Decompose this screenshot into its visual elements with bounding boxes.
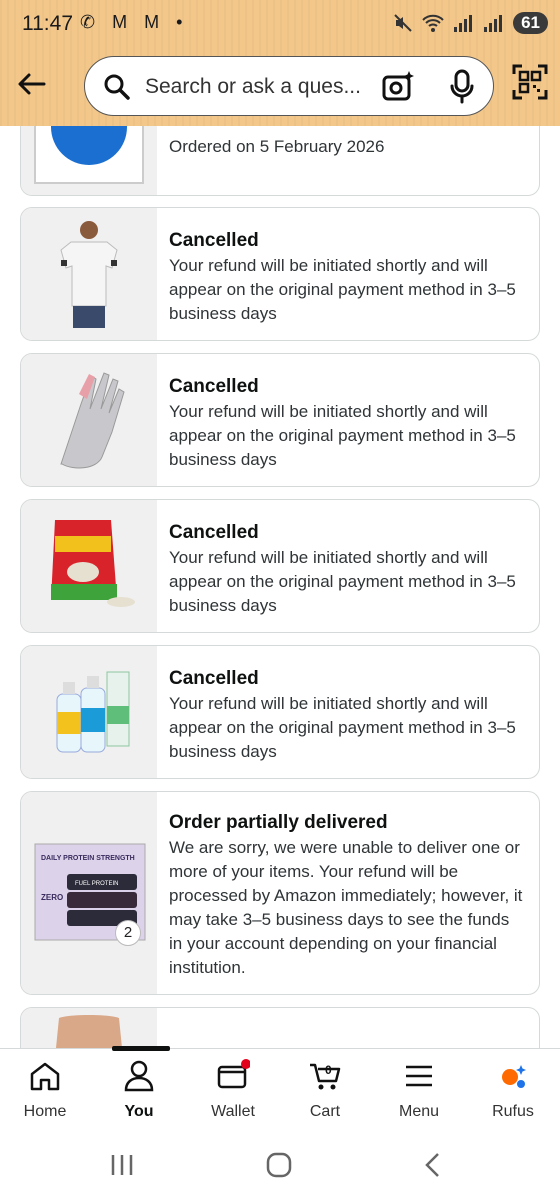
order-message: Ordered on 5 February 2026 xyxy=(169,137,385,156)
order-status: Cancelled xyxy=(169,668,259,689)
system-back-icon[interactable] xyxy=(420,1152,448,1178)
status-bar: 11:47 ✆ M M • 61 xyxy=(0,0,560,50)
app-header: 11:47 ✆ M M • 61 Search or ask a ques... xyxy=(0,0,560,126)
nav-menu-label: Menu xyxy=(398,1103,440,1120)
microphone-icon[interactable] xyxy=(449,69,475,105)
order-card[interactable]: Cancelled Your refund will be initiated … xyxy=(20,645,540,779)
order-message: Your refund will be initiated shortly an… xyxy=(169,256,516,323)
nav-rufus-label: Rufus xyxy=(492,1103,534,1120)
wallet-icon xyxy=(217,1059,250,1089)
partial-item-image xyxy=(56,1015,122,1048)
rufus-icon xyxy=(502,1065,526,1088)
product-image: DAILY PROTEIN STRENGTH ZERO FUEL PROTEIN xyxy=(21,792,157,994)
spray-bottles-image xyxy=(56,671,130,753)
status-right: 61 xyxy=(393,12,548,34)
notification-icons: ✆ M M • xyxy=(80,12,189,32)
search-icon xyxy=(104,74,130,100)
recent-apps-icon[interactable] xyxy=(108,1152,136,1178)
signal-icon-2 xyxy=(484,15,503,32)
mute-icon xyxy=(394,14,412,32)
orders-list: Ordered on 5 February 2026 Cancelled You… xyxy=(0,126,560,1048)
order-message: Your refund will be initiated shortly an… xyxy=(169,694,516,761)
order-card[interactable]: Ordered on 5 February 2026 xyxy=(20,126,540,196)
protein-powder-image xyxy=(51,520,135,607)
product-image xyxy=(21,208,157,340)
order-message: We are sorry, we were unable to deliver … xyxy=(169,838,523,977)
order-status: Cancelled xyxy=(169,376,259,397)
active-tab-indicator xyxy=(112,1046,170,1051)
menu-icon xyxy=(406,1065,432,1087)
nav-wallet-label: Wallet xyxy=(211,1103,255,1120)
box-headline: DAILY PROTEIN STRENGTH xyxy=(41,855,135,862)
polo-tshirt-image xyxy=(60,221,118,328)
order-status: Cancelled xyxy=(169,522,259,543)
order-message: Your refund will be initiated shortly an… xyxy=(169,548,516,615)
battery-indicator: 61 xyxy=(513,12,548,34)
system-nav-bar xyxy=(0,1128,560,1200)
bar-wrapper-label: FUEL PROTEIN xyxy=(75,881,118,887)
search-placeholder[interactable]: Search or ask a ques... xyxy=(145,75,370,99)
box-sublabel: ZERO xyxy=(41,893,63,902)
cart-count: 0 xyxy=(325,1063,332,1077)
back-arrow-icon[interactable] xyxy=(16,68,48,100)
nav-cart-label: Cart xyxy=(309,1103,341,1120)
search-bar[interactable]: Search or ask a ques... xyxy=(84,56,494,116)
person-icon xyxy=(124,1060,154,1092)
product-image xyxy=(21,646,157,778)
product-image xyxy=(21,1008,157,1048)
product-image xyxy=(21,126,157,195)
nav-home[interactable]: Home xyxy=(0,1059,90,1121)
product-image xyxy=(21,354,157,486)
order-status: Cancelled xyxy=(169,230,259,251)
status-time: 11:47 xyxy=(22,12,73,35)
nav-rufus[interactable]: Rufus xyxy=(468,1059,558,1121)
signal-icon xyxy=(454,15,473,32)
order-status: Order partially delivered xyxy=(169,812,388,833)
bottom-nav: Home You Wallet 0 Cart Menu Rufus xyxy=(0,1046,560,1128)
home-icon xyxy=(30,1062,60,1091)
wifi-icon xyxy=(422,14,444,32)
cart-icon: 0 xyxy=(310,1063,341,1090)
nav-you[interactable]: You xyxy=(94,1059,184,1121)
order-card[interactable]: Cancelled Your refund will be initiated … xyxy=(20,207,540,341)
home-button-icon[interactable] xyxy=(265,1152,293,1178)
camera-search-icon[interactable] xyxy=(381,69,415,103)
order-card[interactable] xyxy=(20,1007,540,1048)
nav-home-label: Home xyxy=(23,1103,67,1120)
order-card[interactable]: Cancelled Your refund will be initiated … xyxy=(20,499,540,633)
bank-logo-icon xyxy=(34,126,144,184)
order-card[interactable]: Cancelled Your refund will be initiated … xyxy=(20,353,540,487)
nav-menu[interactable]: Menu xyxy=(374,1059,464,1121)
protein-bars-image: DAILY PROTEIN STRENGTH ZERO FUEL PROTEIN xyxy=(34,843,146,941)
item-count-badge: 2 xyxy=(115,920,141,946)
order-message: Your refund will be initiated shortly an… xyxy=(169,402,516,469)
gloves-image xyxy=(60,372,125,469)
nav-wallet[interactable]: Wallet xyxy=(188,1059,278,1121)
product-image xyxy=(21,500,157,632)
nav-cart[interactable]: 0 Cart xyxy=(280,1059,370,1121)
order-card[interactable]: DAILY PROTEIN STRENGTH ZERO FUEL PROTEIN… xyxy=(20,791,540,995)
nav-you-label: You xyxy=(124,1103,154,1120)
qr-scan-icon[interactable] xyxy=(512,64,548,100)
